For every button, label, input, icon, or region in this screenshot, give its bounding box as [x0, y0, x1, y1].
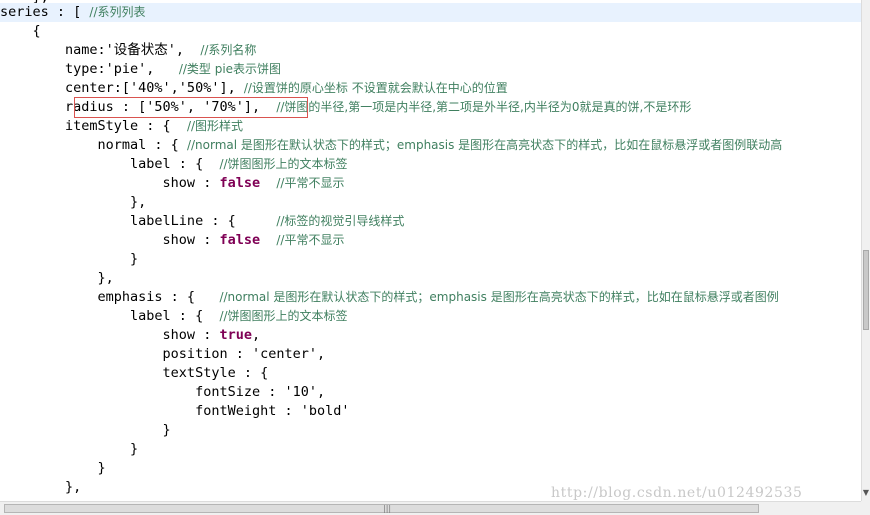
- code-text: fontSize : '10',: [0, 384, 326, 400]
- code-text: emphasis : {: [0, 289, 220, 305]
- code-comment: //平常不显示: [276, 176, 345, 190]
- code-line-5: center:['40%','50%'], //设置饼的原心坐标 不设置就会默认…: [0, 79, 861, 98]
- code-text: },: [0, 270, 114, 286]
- code-text: }: [0, 441, 139, 457]
- code-editor[interactable]: }, series : [ //系列列表 { name:'设备状态', //系列…: [0, 0, 861, 501]
- code-text: position : 'center',: [0, 346, 326, 362]
- code-comment: //normal 是图形在默认状态下的样式；emphasis 是图形在高亮状态下…: [219, 290, 779, 304]
- scroll-down-arrow-icon[interactable]: ▼: [862, 486, 870, 500]
- code-line-15: },: [0, 269, 861, 288]
- code-line-4: type:'pie', //类型 pie表示饼图: [0, 60, 861, 79]
- code-text: },: [0, 479, 82, 495]
- code-line-10: show : false //平常不显示: [0, 174, 861, 193]
- code-keyword: true: [219, 327, 252, 343]
- code-comment: //设置饼的原心坐标 不设置就会默认在中心的位置: [243, 81, 508, 95]
- code-comment: //类型 pie表示饼图: [178, 62, 282, 76]
- code-text: label : {: [0, 156, 220, 172]
- code-comment: //饼图的半径,第一项是内半径,第二项是外半径,内半径为0就是真的饼,不是环形: [276, 100, 692, 114]
- code-line-18: show : true,: [0, 326, 861, 345]
- code-line-17: label : { //饼图图形上的文本标签: [0, 307, 861, 326]
- code-line-19: position : 'center',: [0, 345, 861, 364]
- code-text: name:'设备状态',: [0, 42, 201, 58]
- horizontal-scrollbar[interactable]: |||: [0, 501, 861, 515]
- code-comment: //饼图图形上的文本标签: [219, 157, 348, 171]
- code-text: ,: [251, 327, 261, 343]
- watermark: http://blog.csdn.net/u012492535: [551, 485, 803, 501]
- code-text: {: [0, 23, 41, 39]
- code-text: fontWeight : 'bold': [0, 403, 350, 419]
- code-line-3: name:'设备状态', //系列名称: [0, 41, 861, 60]
- vertical-scrollbar[interactable]: ▼: [861, 0, 870, 501]
- code-text: textStyle : {: [0, 365, 269, 381]
- code-line-24: }: [0, 440, 861, 459]
- horizontal-scroll-thumb[interactable]: |||: [4, 504, 759, 513]
- code-line-2: {: [0, 22, 861, 41]
- code-line-9: label : { //饼图图形上的文本标签: [0, 155, 861, 174]
- code-text: show :: [0, 232, 220, 248]
- code-text: itemStyle : {: [0, 118, 187, 134]
- code-line-8: normal : { //normal 是图形在默认状态下的样式；emphasi…: [0, 136, 861, 155]
- code-text: },: [0, 194, 147, 210]
- code-line-20: textStyle : {: [0, 364, 861, 383]
- code-text: label : {: [0, 308, 220, 324]
- code-comment: //图形样式: [186, 119, 244, 133]
- code-comment: //标签的视觉引导线样式: [276, 214, 405, 228]
- vertical-scroll-thumb[interactable]: [863, 250, 869, 330]
- code-text: type:'pie',: [0, 61, 179, 77]
- code-text: show :: [0, 175, 220, 191]
- code-line-14: }: [0, 250, 861, 269]
- code-line-1: series : [ //系列列表: [0, 3, 861, 22]
- code-line-13: show : false //平常不显示: [0, 231, 861, 250]
- code-line-16: emphasis : { //normal 是图形在默认状态下的样式；empha…: [0, 288, 861, 307]
- code-text: normal : {: [0, 137, 187, 153]
- code-line-23: }: [0, 421, 861, 440]
- code-text: }: [0, 460, 106, 476]
- code-line-12: labelLine : { //标签的视觉引导线样式: [0, 212, 861, 231]
- code-line-22: fontWeight : 'bold': [0, 402, 861, 421]
- code-text: series : [: [0, 4, 90, 20]
- code-text: labelLine : {: [0, 213, 277, 229]
- code-text: }: [0, 422, 171, 438]
- radius-annotation-box: [74, 97, 308, 118]
- code-text: center:['40%','50%'],: [0, 80, 244, 96]
- code-comment: //饼图图形上的文本标签: [219, 309, 348, 323]
- code-comment: //normal 是图形在默认状态下的样式；emphasis 是图形在高亮状态下…: [186, 138, 783, 152]
- code-comment: //系列名称: [200, 43, 257, 57]
- code-keyword: false: [219, 175, 261, 191]
- code-text: }: [0, 251, 139, 267]
- code-comment: //系列列表: [89, 5, 146, 19]
- scrollbar-corner: [861, 501, 870, 515]
- code-keyword: false: [219, 232, 261, 248]
- code-line-7: itemStyle : { //图形样式: [0, 117, 861, 136]
- code-text: show :: [0, 327, 220, 343]
- code-comment: //平常不显示: [276, 233, 345, 247]
- code-line-11: },: [0, 193, 861, 212]
- code-line-25: }: [0, 459, 861, 478]
- grip-icon: |||: [383, 504, 392, 513]
- code-line-21: fontSize : '10',: [0, 383, 861, 402]
